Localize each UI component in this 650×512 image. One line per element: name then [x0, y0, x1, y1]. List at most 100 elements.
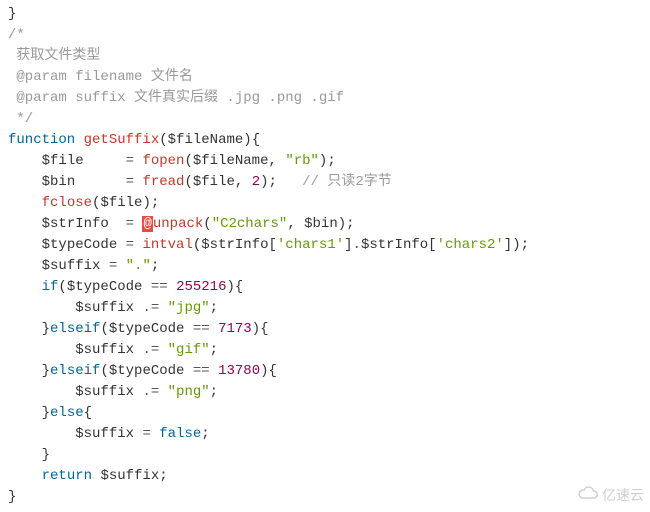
keyword-false: false [159, 426, 201, 442]
keyword-elseif: elseif [50, 363, 100, 379]
function-call: intval [142, 237, 192, 253]
semicolon: ; [210, 384, 218, 400]
paren-open: ( [100, 363, 108, 379]
number: 2 [252, 174, 260, 190]
brace-open: { [252, 132, 260, 148]
semicolon: ; [269, 174, 277, 190]
string: "." [126, 258, 151, 274]
comma: , [235, 174, 243, 190]
string: 'chars1' [277, 237, 344, 253]
operator: .= [142, 384, 159, 400]
variable: $suffix [75, 342, 134, 358]
variable: $file [100, 195, 142, 211]
function-call: unpack [153, 216, 203, 232]
paren-open: ( [58, 279, 66, 295]
bracket-open: [ [428, 237, 436, 253]
function-name: getSuffix [84, 132, 160, 148]
string: "jpg" [168, 300, 210, 316]
paren-close: ) [338, 216, 346, 232]
operator: = [142, 426, 150, 442]
variable: $fileName [168, 132, 244, 148]
paren-open: ( [100, 321, 108, 337]
paren-open: ( [184, 174, 192, 190]
watermark-text: 亿速云 [602, 485, 644, 506]
brace-close: } [42, 363, 50, 379]
variable: $suffix [75, 384, 134, 400]
comma: , [287, 216, 295, 232]
operator: == [151, 279, 168, 295]
variable: $strInfo [201, 237, 268, 253]
number: 7173 [218, 321, 252, 337]
brace-close: } [42, 405, 50, 421]
code-block: } /* 获取文件类型 @param filename 文件名 @param s… [8, 4, 642, 508]
keyword-else: else [50, 405, 84, 421]
variable: $typeCode [42, 237, 118, 253]
string: "C2chars" [212, 216, 288, 232]
paren-close: ) [142, 195, 150, 211]
function-call: fopen [142, 153, 184, 169]
paren-close: ) [227, 279, 235, 295]
bracket-close: ] [504, 237, 512, 253]
variable: $suffix [75, 300, 134, 316]
operator: = [126, 216, 134, 232]
variable: $suffix [100, 468, 159, 484]
variable: $bin [42, 174, 76, 190]
function-call: fread [142, 174, 184, 190]
operator: = [126, 174, 134, 190]
comment-line: @param filename 文件名 [8, 69, 193, 85]
brace-open: { [269, 363, 277, 379]
string: "gif" [168, 342, 210, 358]
bracket-close: ] [344, 237, 352, 253]
string: "rb" [285, 153, 319, 169]
brace-close: } [8, 6, 16, 22]
semicolon: ; [159, 468, 167, 484]
variable: $typeCode [109, 363, 185, 379]
semicolon: ; [327, 153, 335, 169]
operator: = [109, 258, 117, 274]
comment-line: @param suffix 文件真实后缀 .jpg .png .gif [8, 90, 344, 106]
brace-open: { [260, 321, 268, 337]
string: 'chars2' [437, 237, 504, 253]
brace-open: { [84, 405, 92, 421]
paren-open: ( [203, 216, 211, 232]
number: 13780 [218, 363, 260, 379]
paren-close: ) [252, 321, 260, 337]
variable: $file [193, 174, 235, 190]
variable: $bin [304, 216, 338, 232]
semicolon: ; [521, 237, 529, 253]
paren-close: ) [243, 132, 251, 148]
semicolon: ; [210, 300, 218, 316]
error-suppress: @ [142, 216, 152, 232]
comment-line: 获取文件类型 [8, 48, 100, 64]
brace-close: } [42, 447, 50, 463]
operator: == [193, 363, 210, 379]
variable: $strInfo [361, 237, 428, 253]
variable: $typeCode [67, 279, 143, 295]
operator: . [353, 237, 361, 253]
brace-close: } [8, 489, 16, 505]
semicolon: ; [201, 426, 209, 442]
brace-close: } [42, 321, 50, 337]
paren-close: ) [512, 237, 520, 253]
keyword-function: function [8, 132, 75, 148]
number: 255216 [176, 279, 226, 295]
watermark: 亿速云 [577, 485, 644, 506]
operator: .= [142, 342, 159, 358]
paren-close: ) [260, 363, 268, 379]
bracket-open: [ [269, 237, 277, 253]
keyword-return: return [42, 468, 92, 484]
variable: $typeCode [109, 321, 185, 337]
keyword-if: if [42, 279, 59, 295]
operator: == [193, 321, 210, 337]
variable: $suffix [42, 258, 101, 274]
operator: .= [142, 300, 159, 316]
string: "png" [168, 384, 210, 400]
comment-line: */ [8, 111, 33, 127]
variable: $fileName [193, 153, 269, 169]
variable: $strInfo [42, 216, 109, 232]
function-call: fclose [42, 195, 92, 211]
semicolon: ; [210, 342, 218, 358]
paren-close: ) [260, 174, 268, 190]
keyword-elseif: elseif [50, 321, 100, 337]
variable: $suffix [75, 426, 134, 442]
